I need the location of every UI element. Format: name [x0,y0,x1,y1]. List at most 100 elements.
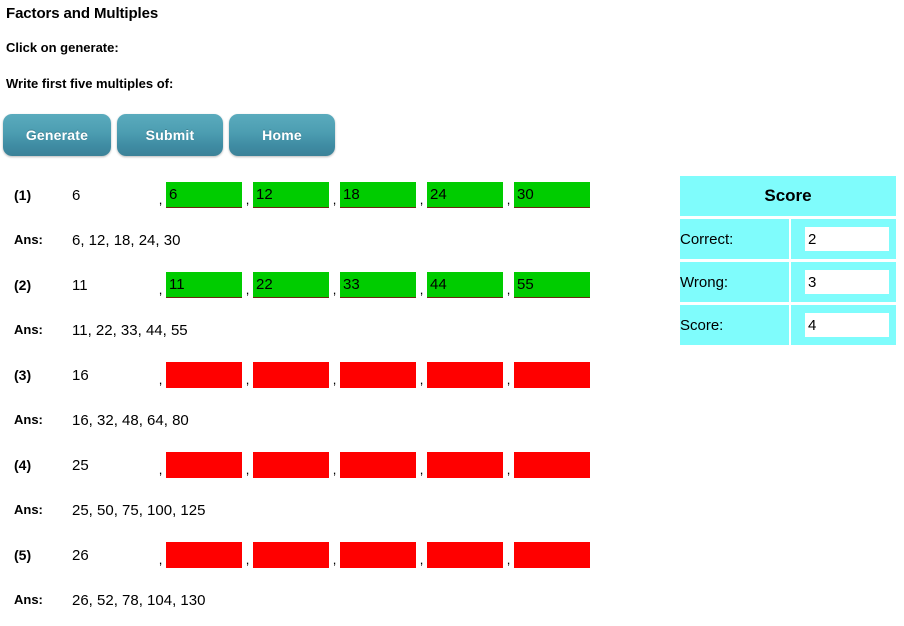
answer-value: 16, 32, 48, 64, 80 [72,412,189,429]
multiple-input[interactable] [253,452,329,478]
question-index: (1) [14,187,32,203]
score-row-label: Correct: [680,219,790,259]
comma-separator: , [419,462,424,477]
generate-button[interactable]: Generate [3,114,111,156]
question-row: (2) 11,,,,, [0,266,660,311]
comma-separator: , [419,282,424,297]
multiple-input[interactable] [427,272,503,298]
score-value-input[interactable] [805,270,890,294]
submit-button[interactable]: Submit [117,114,223,156]
question-index: (2) [14,277,32,293]
multiple-input[interactable] [427,182,503,208]
home-button[interactable]: Home [229,114,335,156]
answer-input-group: ,,,,, [155,362,590,388]
answer-label: Ans: [14,322,43,337]
comma-separator: , [506,372,511,387]
score-row-value-cell [791,305,896,345]
multiple-input[interactable] [340,362,416,388]
comma-separator: , [419,552,424,567]
score-row: Wrong: [680,262,896,302]
comma-separator: , [332,372,337,387]
prompt-text: Write first five multiples of: [6,76,174,91]
score-row: Score: [680,305,896,345]
comma-separator: , [245,372,250,387]
answer-label: Ans: [14,502,43,517]
score-table: Score Correct:Wrong:Score: [678,173,898,348]
comma-separator: , [419,372,424,387]
comma-separator: , [332,552,337,567]
multiple-input[interactable] [427,542,503,568]
question-index: (4) [14,457,32,473]
multiple-input[interactable] [166,452,242,478]
comma-separator: , [245,192,250,207]
answer-row: Ans: 6, 12, 18, 24, 30 [0,221,660,266]
answer-label: Ans: [14,592,43,607]
question-base-number: 6 [72,187,81,204]
question-base-number: 26 [72,547,89,564]
multiple-input[interactable] [166,182,242,208]
multiple-input[interactable] [166,272,242,298]
answer-label: Ans: [14,232,43,247]
answer-row: Ans: 26, 52, 78, 104, 130 [0,581,660,626]
score-row: Correct: [680,219,896,259]
multiple-input[interactable] [166,362,242,388]
answer-input-group: ,,,,, [155,542,590,568]
score-row-label: Wrong: [680,262,790,302]
answer-value: 11, 22, 33, 44, 55 [72,322,188,339]
button-bar: Generate Submit Home [3,114,335,156]
multiple-input[interactable] [340,272,416,298]
multiple-input[interactable] [514,542,590,568]
score-row-label: Score: [680,305,790,345]
multiple-input[interactable] [427,362,503,388]
score-header-row: Score [680,176,896,216]
score-panel: Score Correct:Wrong:Score: [678,173,898,348]
comma-separator: , [158,552,163,567]
question-index: (5) [14,547,32,563]
multiple-input[interactable] [253,362,329,388]
question-row: (4) 25,,,,, [0,446,660,491]
comma-separator: , [245,462,250,477]
answer-row: Ans: 11, 22, 33, 44, 55 [0,311,660,356]
question-base-number: 25 [72,457,89,474]
comma-separator: , [158,372,163,387]
multiple-input[interactable] [253,182,329,208]
question-index: (3) [14,367,32,383]
question-row: (5) 26,,,,, [0,536,660,581]
header-block: Factors and Multiples Click on generate:… [6,4,666,111]
question-row: (3) 16,,,,, [0,356,660,401]
comma-separator: , [506,282,511,297]
answer-input-group: ,,,,, [155,272,590,298]
multiple-input[interactable] [514,362,590,388]
instruction-text: Click on generate: [6,40,119,55]
comma-separator: , [245,552,250,567]
question-row: (1) 6,,,,, [0,176,660,221]
answer-input-group: ,,,,, [155,452,590,478]
comma-separator: , [332,192,337,207]
multiple-input[interactable] [340,452,416,478]
score-value-input[interactable] [805,313,890,337]
answer-value: 6, 12, 18, 24, 30 [72,232,181,249]
answer-input-group: ,,,,, [155,182,590,208]
question-list: (1) 6,,,,, Ans: 6, 12, 18, 24, 30 (2) 11,,,,,… [0,176,660,626]
multiple-input[interactable] [514,272,590,298]
comma-separator: , [245,282,250,297]
score-value-input[interactable] [805,227,890,251]
multiple-input[interactable] [253,272,329,298]
comma-separator: , [158,282,163,297]
answer-row: Ans: 25, 50, 75, 100, 125 [0,491,660,536]
score-title: Score [680,176,896,216]
multiple-input[interactable] [253,542,329,568]
answer-row: Ans: 16, 32, 48, 64, 80 [0,401,660,446]
multiple-input[interactable] [514,182,590,208]
answer-label: Ans: [14,412,43,427]
question-base-number: 16 [72,367,89,384]
comma-separator: , [158,192,163,207]
multiple-input[interactable] [427,452,503,478]
multiple-input[interactable] [514,452,590,478]
comma-separator: , [332,282,337,297]
question-base-number: 11 [72,277,88,294]
multiple-input[interactable] [340,542,416,568]
multiple-input[interactable] [340,182,416,208]
comma-separator: , [506,552,511,567]
multiple-input[interactable] [166,542,242,568]
